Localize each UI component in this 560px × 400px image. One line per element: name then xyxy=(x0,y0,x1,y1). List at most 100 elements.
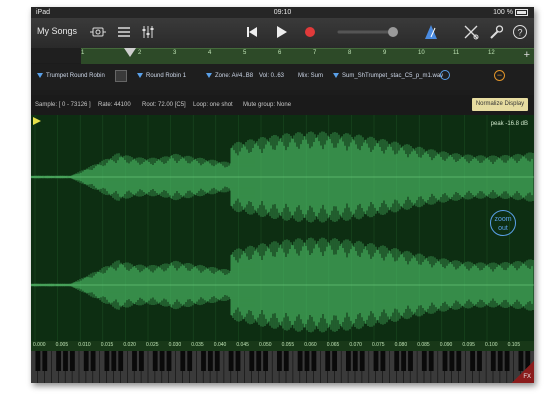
zoom-out-button[interactable]: zoom out xyxy=(490,210,516,236)
remove-zone-icon[interactable]: − xyxy=(494,70,505,81)
ruler-number: 1 xyxy=(81,50,85,56)
controls-view-icon[interactable] xyxy=(89,23,107,41)
time-tick-label: 0.105 xyxy=(507,342,521,348)
track-ruler[interactable]: 1 2 3 4 5 6 7 8 9 10 11 12 + xyxy=(81,48,534,64)
black-key[interactable] xyxy=(166,351,172,371)
black-key[interactable] xyxy=(394,351,400,371)
zone-label: Zone: A#4..B8 xyxy=(215,73,254,80)
record-icon[interactable] xyxy=(302,23,318,41)
black-key[interactable] xyxy=(297,351,303,371)
mixer-icon[interactable] xyxy=(139,23,157,41)
save-icon[interactable] xyxy=(115,70,127,82)
time-tick-label: 0.010 xyxy=(78,342,91,348)
normalize-display-button[interactable]: Normalize Display xyxy=(472,98,528,111)
black-key[interactable] xyxy=(477,351,482,371)
black-key[interactable] xyxy=(456,351,462,371)
black-key[interactable] xyxy=(249,351,255,371)
black-key[interactable] xyxy=(304,351,310,371)
black-key[interactable] xyxy=(35,351,41,371)
add-track-icon[interactable]: + xyxy=(524,49,530,61)
black-key[interactable] xyxy=(235,351,241,371)
black-key[interactable] xyxy=(138,351,144,371)
ruler-number: 9 xyxy=(383,50,387,56)
black-key[interactable] xyxy=(180,351,186,371)
metronome-icon[interactable] xyxy=(422,23,440,41)
black-key[interactable] xyxy=(359,351,365,371)
black-key[interactable] xyxy=(345,351,351,371)
black-key[interactable] xyxy=(276,351,282,371)
black-key[interactable] xyxy=(401,351,407,371)
black-key[interactable] xyxy=(373,351,379,371)
time-tick-label: 0.065 xyxy=(326,342,340,348)
black-key[interactable] xyxy=(207,351,213,371)
round-robin-selector[interactable]: Round Robin 1 xyxy=(137,73,186,79)
black-key[interactable] xyxy=(470,351,476,371)
black-key[interactable] xyxy=(69,351,75,371)
play-icon[interactable] xyxy=(273,23,289,41)
black-key[interactable] xyxy=(332,351,338,371)
black-key[interactable] xyxy=(63,351,68,371)
status-bar: iPad 09:10 100 % xyxy=(31,7,534,18)
black-key[interactable] xyxy=(228,351,234,371)
loop-mode: Loop: one shot xyxy=(193,102,233,108)
ruler-number: 7 xyxy=(313,50,317,56)
black-key[interactable] xyxy=(263,351,269,371)
volume-slider[interactable] xyxy=(337,23,407,41)
battery-icon xyxy=(515,8,528,16)
ruler-number: 4 xyxy=(208,50,212,56)
fx-label: FX xyxy=(523,374,531,380)
black-key[interactable] xyxy=(325,351,331,371)
black-key[interactable] xyxy=(504,351,510,371)
black-key[interactable] xyxy=(159,351,165,371)
sample-info-icon[interactable] xyxy=(440,70,450,80)
black-key[interactable] xyxy=(56,351,62,371)
sample-selector[interactable]: Sum_ShTrumpet_stac_C5_p_m1.wav xyxy=(333,73,443,79)
help-icon[interactable]: ? xyxy=(511,23,529,41)
instrument-name: Trumpet Round Robin xyxy=(46,73,105,80)
instrument-selector[interactable]: Trumpet Round Robin xyxy=(37,73,105,79)
ruler-number: 8 xyxy=(348,50,352,56)
piano-keyboard[interactable]: FX xyxy=(31,351,534,383)
time-tick-label: 0.000 xyxy=(33,342,46,348)
black-key[interactable] xyxy=(352,351,358,371)
black-key[interactable] xyxy=(214,351,220,371)
peak-level: peak -16.8 dB xyxy=(490,121,528,127)
black-key[interactable] xyxy=(187,351,193,371)
black-key[interactable] xyxy=(256,351,262,371)
playhead-marker[interactable] xyxy=(124,48,136,57)
sample-rate: Rate: 44100 xyxy=(98,102,131,108)
black-key[interactable] xyxy=(449,351,455,371)
time-tick-label: 0.070 xyxy=(349,342,362,348)
start-marker[interactable] xyxy=(33,117,41,125)
black-key[interactable] xyxy=(490,351,496,371)
my-songs-button[interactable]: My Songs xyxy=(37,26,77,36)
time-tick-label: 0.040 xyxy=(213,342,227,348)
black-key[interactable] xyxy=(104,351,110,371)
time-tick-label: 0.075 xyxy=(372,342,385,348)
black-key[interactable] xyxy=(201,351,206,371)
black-key[interactable] xyxy=(152,351,158,371)
black-key[interactable] xyxy=(380,351,386,371)
fx-button[interactable]: FX xyxy=(512,361,534,383)
black-key[interactable] xyxy=(90,351,96,371)
black-key[interactable] xyxy=(132,351,137,371)
black-key[interactable] xyxy=(421,351,427,371)
black-key[interactable] xyxy=(311,351,317,371)
black-key[interactable] xyxy=(83,351,89,371)
zone-selector[interactable]: Zone: A#4..B8 xyxy=(206,73,253,79)
time-tick-label: 0.090 xyxy=(439,342,453,348)
waveform-svg xyxy=(31,115,534,341)
black-key[interactable] xyxy=(111,351,117,371)
black-key[interactable] xyxy=(283,351,289,371)
black-key[interactable] xyxy=(442,351,448,371)
black-key[interactable] xyxy=(497,351,503,371)
rewind-icon[interactable] xyxy=(244,23,260,41)
list-view-icon[interactable] xyxy=(115,23,133,41)
black-key[interactable] xyxy=(408,351,413,371)
tuning-icon[interactable] xyxy=(462,23,480,41)
waveform-display[interactable]: peak -16.8 dB zoom out xyxy=(31,115,534,341)
black-key[interactable] xyxy=(428,351,434,371)
black-key[interactable] xyxy=(118,351,124,371)
settings-wrench-icon[interactable] xyxy=(487,23,505,41)
black-key[interactable] xyxy=(42,351,48,371)
